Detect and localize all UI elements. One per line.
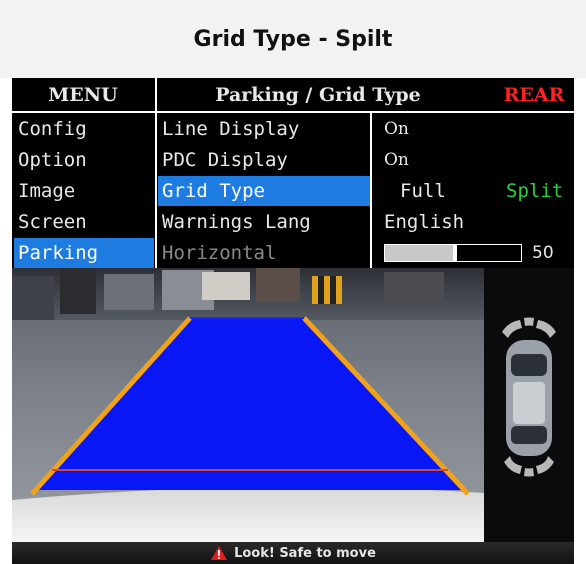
setting-line-display[interactable]: Line Display	[158, 114, 368, 144]
warning-text: Look! Safe to move	[234, 545, 376, 561]
horizontal-slider[interactable]	[384, 244, 522, 262]
warning-bar: Look! Safe to move	[12, 542, 574, 564]
vehicle-icon	[506, 340, 552, 456]
column-divider-1	[155, 78, 157, 268]
warning-triangle-icon	[210, 545, 228, 561]
option-full[interactable]: Full	[400, 176, 470, 206]
setting-warnings-lang[interactable]: Warnings Lang	[158, 207, 368, 237]
osd-menu: MENU Parking / Grid Type REAR Config Opt…	[12, 78, 574, 268]
slider-knob[interactable]	[453, 244, 457, 262]
header-divider	[12, 111, 574, 113]
menu-item-option[interactable]: Option	[14, 145, 154, 175]
column-divider-2	[370, 112, 372, 268]
menu-item-config[interactable]: Config	[14, 114, 154, 144]
page-title: Grid Type - Spilt	[193, 26, 393, 52]
option-split[interactable]: Split	[506, 176, 572, 206]
value-warnings-lang[interactable]: English	[374, 207, 570, 237]
title-bar: Grid Type - Spilt	[0, 0, 586, 78]
value-pdc-display[interactable]: On	[374, 145, 570, 175]
menu-item-parking[interactable]: Parking	[14, 238, 154, 268]
menu-header: MENU	[48, 83, 118, 106]
pdc-display	[502, 317, 556, 477]
slider-fill	[385, 245, 453, 261]
mode-label: REAR	[503, 83, 565, 106]
menu-item-image[interactable]: Image	[14, 176, 154, 206]
pdc-panel	[484, 268, 574, 542]
setting-pdc-display[interactable]: PDC Display	[158, 145, 368, 175]
menu-item-screen[interactable]: Screen	[14, 207, 154, 237]
setting-grid-type[interactable]: Grid Type	[158, 176, 370, 206]
setting-horizontal[interactable]: Horizontal	[158, 238, 368, 268]
slider-value: 50	[532, 242, 554, 263]
settings-header: Parking / Grid Type	[215, 83, 421, 106]
value-line-display[interactable]: On	[374, 114, 570, 144]
